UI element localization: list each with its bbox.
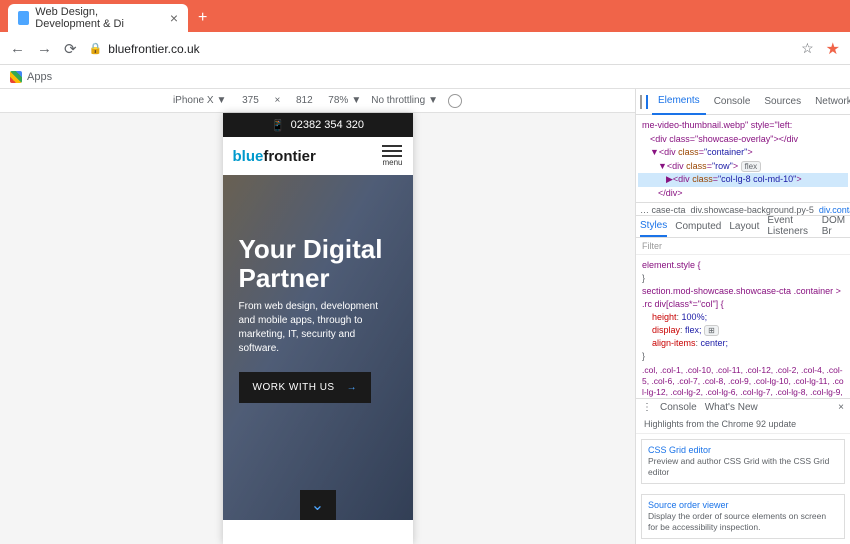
address-bar[interactable]: 🔒 bluefrontier.co.uk [89,42,790,56]
apps-label[interactable]: Apps [27,71,52,83]
work-with-us-button[interactable]: WORK WITH US → [239,372,372,403]
tab-computed[interactable]: Computed [675,221,721,232]
lock-icon: 🔒 [89,42,103,55]
whatsnew-card[interactable]: Source order viewer Display the order of… [641,494,845,539]
tab-console[interactable]: Console [708,89,757,115]
dom-tree[interactable]: me-video-thumbnail.webp" style="left: <d… [636,115,850,202]
hero-section: Your Digital Partner From web design, de… [223,175,413,520]
hamburger-icon [382,145,402,157]
breadcrumb[interactable]: … case-cta div.showcase-background.py-5 … [636,202,850,216]
highlights-heading: Highlights from the Chrome 92 update [636,415,850,434]
arrow-right-icon: → [347,382,358,393]
forward-button[interactable]: → [37,40,52,57]
hero-body: From web design, development and mobile … [239,300,397,356]
phone-top-bar: 📱 02382 354 320 [223,113,413,137]
new-tab-button[interactable]: + [188,4,217,32]
apps-icon[interactable] [10,71,22,83]
extension-icon[interactable]: ★ [826,39,840,59]
close-drawer-icon[interactable]: × [838,402,844,413]
inspect-icon[interactable] [640,95,642,109]
drawer-tab-console[interactable]: Console [660,402,697,413]
rotate-icon[interactable] [448,94,462,108]
height-input[interactable] [290,95,318,106]
device-toolbar: iPhone X ▼ × 78% ▼ No throttling ▼ [0,89,635,113]
styles-pane[interactable]: element.style { } section.mod-showcase.s… [636,255,850,399]
phone-number[interactable]: 02382 354 320 [291,119,364,131]
url-text: bluefrontier.co.uk [108,42,199,56]
favicon-icon [18,11,29,25]
width-input[interactable] [236,95,264,106]
site-logo[interactable]: bluefrontier [233,148,316,165]
device-frame: 📱 02382 354 320 bluefrontier menu Your D… [223,113,413,544]
browser-tab[interactable]: Web Design, Development & Di × [8,4,188,32]
bookmark-star-icon[interactable]: ☆ [801,40,814,57]
device-mode-icon[interactable] [646,95,648,109]
back-button[interactable]: ← [10,40,25,57]
devtools-panel: Elements Console Sources Network me-vide… [635,89,850,544]
drawer-menu-icon[interactable]: ⋮ [642,402,652,413]
tab-dom-br[interactable]: DOM Br [822,215,846,237]
throttling-select[interactable]: No throttling ▼ [371,95,438,106]
chevron-down-icon: ⌄ [311,495,324,515]
tab-strip: Web Design, Development & Di × + [0,0,850,32]
whatsnew-card[interactable]: CSS Grid editor Preview and author CSS G… [641,439,845,484]
device-select[interactable]: iPhone X ▼ [173,95,227,106]
reload-button[interactable]: ⟳ [64,40,77,58]
filter-input[interactable]: Filter [642,241,662,251]
close-tab-icon[interactable]: × [170,10,178,26]
tab-sources[interactable]: Sources [758,89,807,115]
zoom-select[interactable]: 78% ▼ [328,95,361,106]
hero-title: Your Digital Partner [239,235,397,292]
tab-title: Web Design, Development & Di [35,6,160,30]
drawer-tab-whatsnew[interactable]: What's New [705,402,758,413]
scroll-down-button[interactable]: ⌄ [300,490,336,520]
phone-icon: 📱 [271,119,285,132]
tab-elements[interactable]: Elements [652,89,706,115]
tab-listeners[interactable]: Event Listeners [767,215,813,237]
tab-styles[interactable]: Styles [640,215,667,237]
tab-layout[interactable]: Layout [729,221,759,232]
tab-network[interactable]: Network [809,89,850,115]
menu-button[interactable]: menu [382,145,402,167]
